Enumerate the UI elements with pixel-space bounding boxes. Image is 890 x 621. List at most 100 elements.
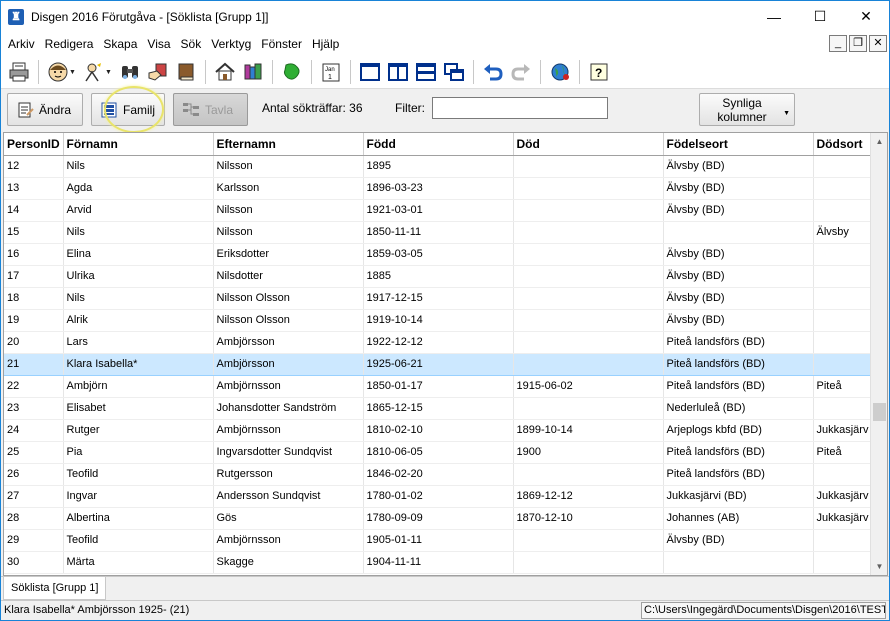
cell-fodelseort: Älvsby (BD) bbox=[663, 199, 814, 222]
cell-efternamn: Ambjörsson bbox=[213, 352, 364, 376]
table-row[interactable]: 16 Elina Eriksdotter 1859-03-05 Älvsby (BD) bbox=[4, 243, 872, 266]
column-header-fodelseort[interactable]: Födelseort bbox=[663, 133, 814, 156]
menu-skapa[interactable]: Skapa bbox=[98, 32, 142, 56]
book-icon[interactable] bbox=[173, 59, 199, 85]
cell-fodd: 1780-01-02 bbox=[363, 485, 514, 508]
column-header-fodd[interactable]: Född bbox=[363, 133, 514, 156]
undo-icon[interactable] bbox=[480, 59, 506, 85]
main-window: ♜ Disgen 2016 Förutgåva - [Söklista [Gru… bbox=[0, 0, 890, 621]
scroll-up-icon[interactable]: ▲ bbox=[871, 133, 887, 150]
scroll-down-icon[interactable]: ▼ bbox=[871, 558, 887, 575]
person-search-icon[interactable] bbox=[81, 59, 107, 85]
scrollbar-thumb[interactable] bbox=[873, 403, 886, 421]
table-row[interactable]: 28 Albertina Gös 1780-09-09 1870-12-10 Johann… bbox=[4, 507, 872, 530]
visible-columns-button[interactable]: Synliga kolumner ▼ bbox=[699, 93, 795, 126]
table-row[interactable]: 29 Teofild Ambjörnsson 1905-01-11 Älvsby (BD… bbox=[4, 529, 872, 552]
binoculars-icon[interactable] bbox=[117, 59, 143, 85]
table-row[interactable]: 26 Teofild Rutgersson 1846-02-20 Piteå lands… bbox=[4, 463, 872, 486]
table-row[interactable]: 17 Ulrika Nilsdotter 1885 Älvsby (BD) bbox=[4, 265, 872, 288]
table-row[interactable]: 22 Ambjörn Ambjörnsson 1850-01-17 1915-06-02… bbox=[4, 375, 872, 398]
close-button[interactable]: ✕ bbox=[843, 1, 889, 32]
cell-fodd: 1895 bbox=[363, 155, 514, 178]
cell-efternamn: Ambjörnsson bbox=[213, 375, 364, 398]
map-icon[interactable] bbox=[279, 59, 305, 85]
help-icon[interactable]: ? bbox=[586, 59, 612, 85]
cell-personid: 13 bbox=[4, 177, 64, 200]
menu-arkiv[interactable]: Arkiv bbox=[3, 32, 40, 56]
toolbar-separator bbox=[38, 60, 39, 84]
table-row[interactable]: 12 Nils Nilsson 1895 Älvsby (BD) bbox=[4, 155, 872, 178]
cell-fornamn: Arvid bbox=[63, 199, 214, 222]
minimize-button[interactable]: — bbox=[751, 1, 797, 32]
cell-dod: 1870-12-10 bbox=[513, 507, 664, 530]
menu-sok[interactable]: Sök bbox=[176, 32, 207, 56]
toolbar-separator bbox=[578, 60, 580, 84]
menu-visa[interactable]: Visa bbox=[142, 32, 175, 56]
cell-dodsort bbox=[813, 529, 872, 552]
layout-cascade-icon[interactable] bbox=[441, 59, 467, 85]
cell-efternamn: Ambjörnsson bbox=[213, 529, 364, 552]
menu-hjalp[interactable]: Hjälp bbox=[307, 32, 344, 56]
layout-rows-icon[interactable] bbox=[413, 59, 439, 85]
table-row[interactable]: 20 Lars Ambjörsson 1922-12-12 Piteå landsför… bbox=[4, 331, 872, 354]
edit-button[interactable]: Ändra bbox=[7, 93, 83, 126]
table-row[interactable]: 18 Nils Nilsson Olsson 1917-12-15 Älvsby (BD… bbox=[4, 287, 872, 310]
table-row[interactable]: 13 Agda Karlsson 1896-03-23 Älvsby (BD) bbox=[4, 177, 872, 200]
mdi-close-button[interactable]: ✕ bbox=[869, 35, 887, 52]
menu-fonster[interactable]: Fönster bbox=[256, 32, 307, 56]
table-row[interactable]: 15 Nils Nilsson 1850-11-11 Älvsby bbox=[4, 221, 872, 244]
table-row[interactable]: 25 Pia Ingvarsdotter Sundqvist 1810-06-05 19… bbox=[4, 441, 872, 464]
column-header-personid[interactable]: PersonID bbox=[4, 133, 64, 156]
print-icon[interactable] bbox=[6, 59, 32, 85]
cell-personid: 22 bbox=[4, 375, 64, 398]
web-icon[interactable] bbox=[547, 59, 573, 85]
tab-soklista-grupp-1[interactable]: Söklista [Grupp 1] bbox=[3, 577, 107, 600]
column-header-fornamn[interactable]: Förnamn bbox=[63, 133, 214, 156]
board-button[interactable]: Tavla bbox=[173, 93, 248, 126]
disgen-app-icon[interactable]: ♜ bbox=[8, 8, 24, 25]
cell-fornamn: Klara Isabella* bbox=[63, 352, 214, 376]
column-header-dodsort[interactable]: Dödsort bbox=[813, 133, 872, 156]
person-icon[interactable] bbox=[45, 59, 71, 85]
filter-input[interactable] bbox=[432, 97, 608, 119]
hand-book-icon[interactable] bbox=[145, 59, 171, 85]
layout-single-icon[interactable] bbox=[357, 59, 383, 85]
person-search-dropdown-icon[interactable]: ▼ bbox=[105, 69, 112, 76]
cell-dodsort bbox=[813, 352, 872, 376]
table-row[interactable]: 21 Klara Isabella* Ambjörsson 1925-06-21 Pit… bbox=[4, 352, 872, 376]
table-row[interactable]: 23 Elisabet Johansdotter Sandström 1865-12-… bbox=[4, 397, 872, 420]
vertical-scrollbar[interactable]: ▲ ▼ bbox=[870, 133, 887, 575]
table-row[interactable]: 30 Märta Skagge 1904-11-11 bbox=[4, 551, 872, 574]
layout-two-columns-icon[interactable] bbox=[385, 59, 411, 85]
home-icon[interactable] bbox=[212, 59, 238, 85]
redo-icon[interactable] bbox=[508, 59, 534, 85]
table-row[interactable]: 19 Alrik Nilsson Olsson 1919-10-14 Älvsby (B… bbox=[4, 309, 872, 332]
menu-verktyg[interactable]: Verktyg bbox=[206, 32, 256, 56]
cell-dodsort bbox=[813, 155, 872, 178]
maximize-button[interactable]: ☐ bbox=[797, 1, 843, 32]
calendar-icon[interactable]: Jan 1 bbox=[318, 59, 344, 85]
cell-fornamn: Märta bbox=[63, 551, 214, 574]
cell-efternamn: Eriksdotter bbox=[213, 243, 364, 266]
cell-fodelseort: Piteå landsförs (BD) bbox=[663, 463, 814, 486]
family-button[interactable]: Familj bbox=[91, 93, 165, 126]
title-bar[interactable]: ♜ Disgen 2016 Förutgåva - [Söklista [Gru… bbox=[1, 1, 889, 32]
board-button-label: Tavla bbox=[205, 102, 234, 117]
cell-dodsort bbox=[813, 551, 872, 574]
mdi-controls: _ ❐ ✕ bbox=[829, 35, 887, 52]
table-row[interactable]: 24 Rutger Ambjörnsson 1810-02-10 1899-10-14 A… bbox=[4, 419, 872, 442]
cell-dod bbox=[513, 551, 664, 574]
books-icon[interactable] bbox=[240, 59, 266, 85]
table-row[interactable]: 14 Arvid Nilsson 1921-03-01 Älvsby (BD) bbox=[4, 199, 872, 222]
menu-redigera[interactable]: Redigera bbox=[40, 32, 99, 56]
visible-columns-label: Synliga kolumner bbox=[717, 95, 767, 124]
mdi-restore-button[interactable]: ❐ bbox=[849, 35, 867, 52]
document-tab-strip: Söklista [Grupp 1] bbox=[1, 576, 889, 600]
column-header-efternamn[interactable]: Efternamn bbox=[213, 133, 364, 156]
person-dropdown-icon[interactable]: ▼ bbox=[69, 69, 76, 76]
cell-efternamn: Skagge bbox=[213, 551, 364, 574]
column-header-dod[interactable]: Död bbox=[513, 133, 664, 156]
cell-fornamn: Ingvar bbox=[63, 485, 214, 508]
table-row[interactable]: 27 Ingvar Andersson Sundqvist 1780-01-02 186… bbox=[4, 485, 872, 508]
mdi-minimize-button[interactable]: _ bbox=[829, 35, 847, 52]
